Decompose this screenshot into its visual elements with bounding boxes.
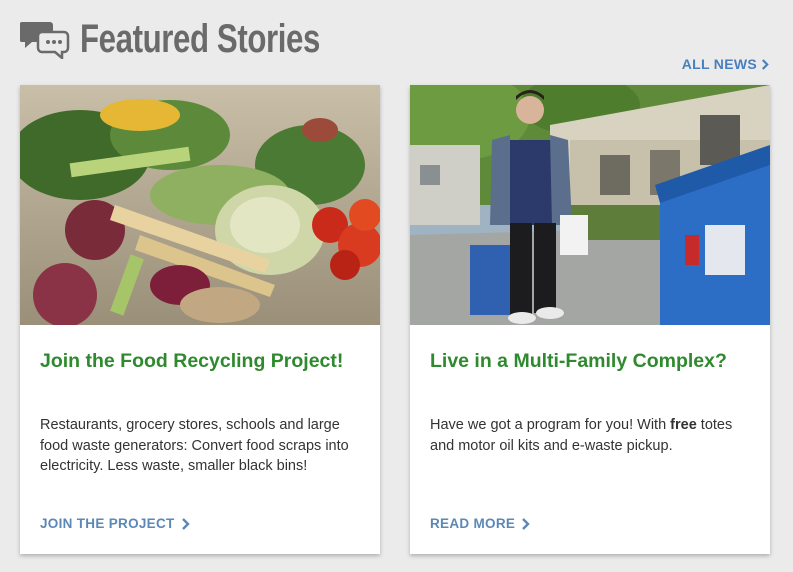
card-body-bold: free <box>670 417 697 433</box>
story-card-multi-family: Live in a Multi-Family Complex? Have we … <box>410 85 770 554</box>
chevron-right-icon <box>762 58 769 70</box>
card-link-label: JOIN THE PROJECT <box>40 516 175 531</box>
section-header: Featured Stories <box>20 14 388 64</box>
story-card-food-recycling: Join the Food Recycling Project! Restaur… <box>20 85 380 554</box>
all-news-link[interactable]: ALL NEWS <box>682 56 769 72</box>
man-carrying-recycling-photo[interactable] <box>410 85 770 325</box>
all-news-label: ALL NEWS <box>681 56 757 72</box>
food-scraps-photo[interactable] <box>20 85 380 325</box>
card-link-label: READ MORE <box>430 516 516 531</box>
chevron-right-icon <box>181 517 190 530</box>
page-title: Featured Stories <box>80 16 320 61</box>
card-title: Live in a Multi-Family Complex? <box>430 350 727 372</box>
card-title: Join the Food Recycling Project! <box>40 350 344 372</box>
card-body-text: Have we got a program for you! With <box>430 417 671 433</box>
card-body: Have we got a program for you! With free… <box>430 415 750 456</box>
chevron-right-icon <box>522 517 530 530</box>
join-the-project-link[interactable]: JOIN THE PROJECT <box>40 516 190 531</box>
speech-bubbles-icon <box>20 22 70 59</box>
read-more-link[interactable]: READ MORE <box>430 516 530 531</box>
card-body: Restaurants, grocery stores, schools and… <box>40 417 349 474</box>
